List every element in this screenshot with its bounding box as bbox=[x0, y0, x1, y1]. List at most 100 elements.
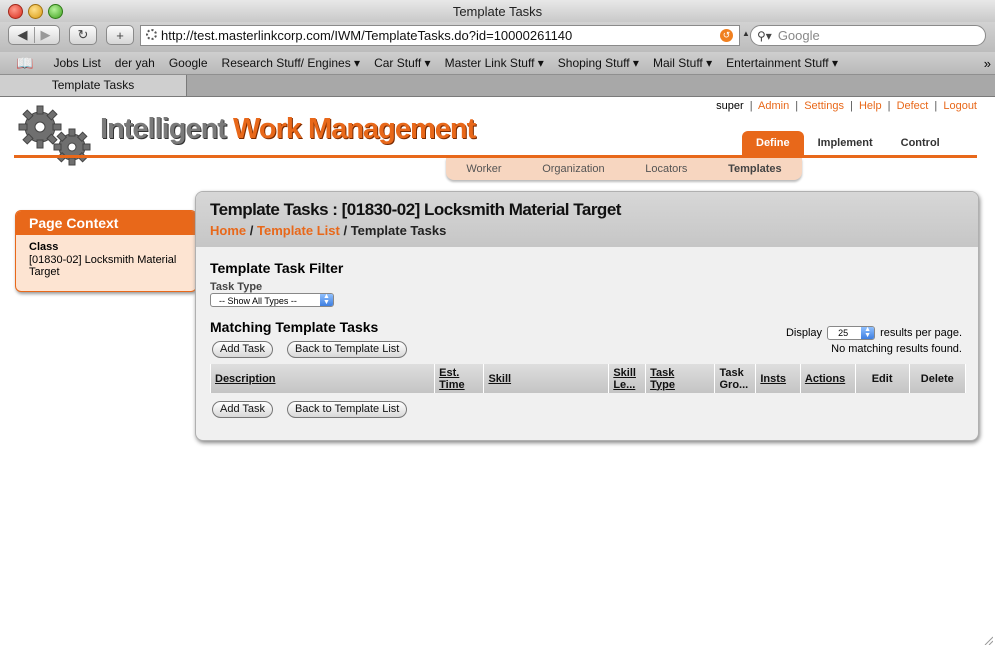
defect-link[interactable]: Defect bbox=[897, 100, 929, 112]
back-to-template-list-button-bottom[interactable]: Back to Template List bbox=[287, 401, 408, 418]
main-nav: Define Implement Control bbox=[742, 131, 954, 155]
bookmark-item[interactable]: Jobs List bbox=[53, 56, 100, 70]
breadcrumb-current: Template Tasks bbox=[350, 223, 447, 238]
breadcrumb-separator: / bbox=[249, 223, 257, 238]
bookmark-item[interactable]: Research Stuff/ Engines ▾ bbox=[222, 56, 361, 70]
web-page: super | Admin | Settings | Help | Defect… bbox=[0, 97, 995, 647]
plus-icon: + bbox=[116, 27, 124, 43]
browser-toolbar: ◀ ▶ ↻ + http://test.masterlinkcorp.com/I… bbox=[0, 22, 995, 52]
bookmark-item[interactable]: der yah bbox=[115, 56, 155, 70]
nav-define[interactable]: Define bbox=[742, 131, 804, 155]
separator: | bbox=[795, 100, 799, 112]
column-header-task-type[interactable]: Task Type bbox=[645, 364, 716, 393]
tab-bar: Template Tasks bbox=[0, 75, 995, 97]
column-header-actions[interactable]: Actions bbox=[799, 364, 856, 393]
address-bar[interactable]: http://test.masterlinkcorp.com/IWM/Templ… bbox=[140, 25, 740, 46]
book-icon[interactable]: 📖 bbox=[16, 55, 33, 72]
utility-links: super | Admin | Settings | Help | Defect… bbox=[716, 100, 977, 112]
display-control: Display 25 ▲ ▼ results per page. bbox=[786, 326, 962, 340]
url-text[interactable]: http://test.masterlinkcorp.com/IWM/Templ… bbox=[161, 28, 572, 43]
back-arrow-icon[interactable]: ◀ bbox=[18, 27, 28, 43]
bookmark-item[interactable]: Google bbox=[169, 56, 208, 70]
divider bbox=[33, 27, 35, 43]
reload-icon: ↻ bbox=[77, 27, 89, 42]
display-label: Display bbox=[785, 327, 823, 339]
breadcrumb-home-link[interactable]: Home bbox=[210, 223, 246, 238]
page-context-header: Page Context bbox=[16, 211, 196, 235]
select-arrows-icon: ▲ ▼ bbox=[320, 293, 333, 306]
context-class-value: [01830-02] Locksmith Material Target bbox=[29, 254, 177, 278]
bookmark-item[interactable]: Car Stuff ▾ bbox=[374, 56, 431, 70]
add-bookmark-button[interactable]: + bbox=[106, 25, 134, 45]
resize-grip-icon[interactable] bbox=[983, 635, 993, 645]
results-per-page-value: 25 bbox=[838, 328, 849, 338]
forward-arrow-icon[interactable]: ▶ bbox=[41, 27, 51, 43]
display-suffix: results per page. bbox=[880, 327, 962, 339]
snapback-icon[interactable]: ↺ bbox=[720, 29, 733, 42]
subnav-templates[interactable]: Templates bbox=[728, 163, 782, 175]
add-task-button[interactable]: Add Task bbox=[212, 341, 274, 358]
address-dropdown-icon[interactable]: ▲ bbox=[742, 29, 750, 38]
logout-link[interactable]: Logout bbox=[943, 100, 977, 112]
app-logo-text: Intelligent Work Management bbox=[100, 113, 476, 146]
main-panel: Template Tasks : [01830-02] Locksmith Ma… bbox=[195, 191, 979, 441]
results-per-page-select[interactable]: 25 ▲ ▼ bbox=[827, 326, 876, 340]
separator: | bbox=[934, 100, 938, 112]
column-header-skill-level[interactable]: Skill Le... bbox=[608, 364, 647, 393]
search-icon[interactable]: ⚲▾ bbox=[757, 29, 772, 43]
column-header-task-group: Task Gro... bbox=[714, 364, 757, 393]
column-header-delete: Delete bbox=[908, 364, 967, 393]
separator: | bbox=[749, 100, 753, 112]
task-type-select[interactable]: -- Show All Types -- ▲ ▼ bbox=[210, 293, 334, 307]
bookmarks-bar: 📖 Jobs List der yah Google Research Stuf… bbox=[0, 52, 995, 75]
subnav-worker[interactable]: Worker bbox=[466, 163, 501, 175]
breadcrumb-separator: / bbox=[343, 223, 351, 238]
page-context-panel: Page Context Class [01830-02] Locksmith … bbox=[15, 210, 197, 292]
results-table: Description Est. Time Skill Skill Le... Ta… bbox=[209, 364, 967, 393]
select-arrows-icon: ▲ ▼ bbox=[861, 326, 875, 339]
sub-nav: Worker Organization Locators Templates bbox=[446, 158, 802, 180]
column-header-edit: Edit bbox=[854, 364, 910, 393]
subnav-organization[interactable]: Organization bbox=[542, 163, 604, 175]
context-class-label: Class bbox=[29, 241, 59, 253]
admin-link[interactable]: Admin bbox=[758, 100, 789, 112]
page-title: Template Tasks : [01830-02] Locksmith Ma… bbox=[210, 200, 621, 219]
column-header-insts[interactable]: Insts bbox=[755, 364, 801, 393]
more-bookmarks-icon[interactable]: » bbox=[984, 56, 991, 71]
breadcrumb: Home / Template List / Template Tasks bbox=[210, 223, 446, 238]
help-link[interactable]: Help bbox=[859, 100, 882, 112]
bookmark-item[interactable]: Master Link Stuff ▾ bbox=[445, 56, 544, 70]
filter-title: Template Task Filter bbox=[210, 260, 344, 276]
table-header-row: Description Est. Time Skill Skill Le... Ta… bbox=[209, 364, 967, 393]
search-placeholder: Google bbox=[777, 28, 820, 43]
search-field[interactable]: ⚲▾ Google bbox=[750, 25, 986, 46]
matching-title: Matching Template Tasks bbox=[210, 319, 379, 335]
nav-control[interactable]: Control bbox=[887, 131, 954, 155]
main-panel-header: Template Tasks : [01830-02] Locksmith Ma… bbox=[196, 192, 978, 247]
bookmark-item[interactable]: Shoping Stuff ▾ bbox=[558, 56, 639, 70]
separator: | bbox=[887, 100, 891, 112]
bookmark-item[interactable]: Entertainment Stuff ▾ bbox=[726, 56, 838, 70]
back-to-template-list-button[interactable]: Back to Template List bbox=[287, 341, 408, 358]
subnav-locators[interactable]: Locators bbox=[645, 163, 687, 175]
logo-part-1: Intelligent bbox=[100, 113, 227, 145]
settings-link[interactable]: Settings bbox=[804, 100, 844, 112]
current-user: super bbox=[716, 100, 744, 112]
task-type-selected-value: -- Show All Types -- bbox=[219, 296, 297, 306]
task-type-label: Task Type bbox=[210, 281, 263, 293]
no-results-message: No matching results found. bbox=[831, 343, 962, 355]
add-task-button-bottom[interactable]: Add Task bbox=[212, 401, 274, 418]
column-header-description[interactable]: Description bbox=[209, 364, 436, 393]
separator: | bbox=[850, 100, 853, 112]
loading-spinner-icon bbox=[146, 29, 157, 40]
bookmark-item[interactable]: Mail Stuff ▾ bbox=[653, 56, 712, 70]
window-title: Template Tasks bbox=[452, 4, 543, 19]
column-header-est-time[interactable]: Est. Time bbox=[434, 364, 485, 393]
breadcrumb-template-list-link[interactable]: Template List bbox=[257, 223, 340, 238]
column-header-skill[interactable]: Skill bbox=[483, 364, 610, 393]
reload-button[interactable]: ↻ bbox=[69, 25, 97, 45]
window-titlebar: Template Tasks bbox=[0, 0, 995, 23]
back-forward-buttons[interactable]: ◀ ▶ bbox=[8, 25, 60, 45]
nav-implement[interactable]: Implement bbox=[804, 131, 887, 155]
tab-template-tasks[interactable]: Template Tasks bbox=[0, 75, 187, 96]
